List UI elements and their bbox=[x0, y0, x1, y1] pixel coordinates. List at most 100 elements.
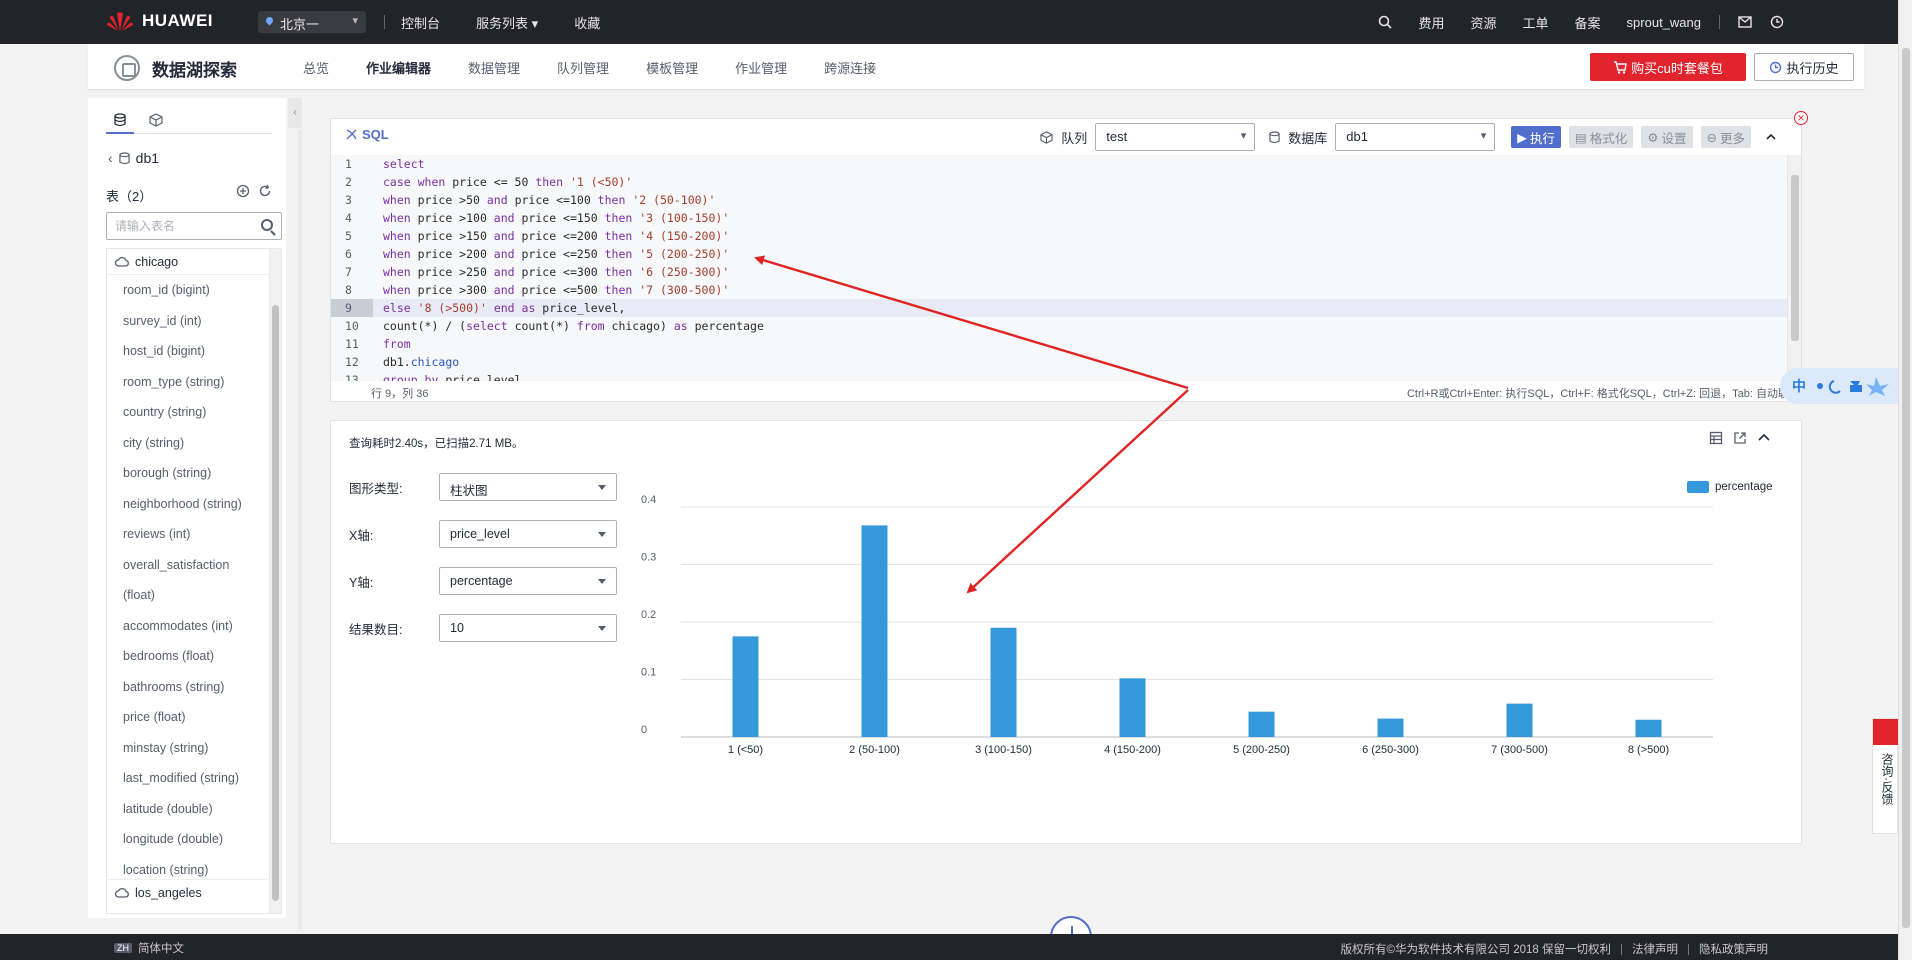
sidebar-tabs bbox=[106, 108, 272, 134]
search-icon[interactable] bbox=[1378, 15, 1393, 29]
footer-links: 版权所有©华为软件技术有限公司 2018 保留一切权利 法律声明 隐私政策声明 bbox=[1341, 941, 1768, 957]
x-tick-label: 7 (300-500) bbox=[1491, 744, 1548, 756]
bar bbox=[1635, 719, 1662, 737]
huawei-logo-icon bbox=[107, 12, 133, 31]
column-item[interactable]: city (string) bbox=[107, 428, 281, 459]
tab-overview[interactable]: 总览 bbox=[303, 58, 329, 77]
current-database[interactable]: ‹ db1 bbox=[108, 150, 159, 166]
privacy-link[interactable]: 隐私政策声明 bbox=[1699, 941, 1768, 957]
region-selector[interactable]: 北京一 bbox=[258, 11, 366, 33]
tab-queues[interactable] bbox=[142, 108, 170, 134]
collapse-sidebar-button[interactable]: ‹ bbox=[288, 98, 302, 128]
tab-queue-management[interactable]: 队列管理 bbox=[557, 58, 609, 77]
table-name: chicago bbox=[135, 254, 179, 269]
column-item[interactable]: accommodates (int) bbox=[107, 611, 281, 642]
huawei-logo[interactable]: HUAWEI bbox=[106, 10, 213, 32]
table-item-los-angeles[interactable]: los_angeles bbox=[107, 879, 267, 905]
database-select[interactable]: db1 bbox=[1335, 123, 1496, 151]
scrollbar-thumb[interactable] bbox=[1791, 175, 1799, 341]
column-item[interactable]: survey_id (int) bbox=[107, 306, 281, 337]
settings-button[interactable]: ⚙ 设置 bbox=[1641, 126, 1693, 148]
chevron-left-icon[interactable]: ‹ bbox=[108, 150, 113, 166]
sql-tab[interactable]: SQL bbox=[345, 127, 389, 142]
tab-databases[interactable] bbox=[106, 108, 134, 134]
more-label: 更多 bbox=[1719, 131, 1745, 146]
column-item[interactable]: reviews (int) bbox=[107, 519, 281, 550]
column-item[interactable]: bedrooms (float) bbox=[107, 641, 281, 672]
column-item[interactable]: bathrooms (string) bbox=[107, 672, 281, 703]
column-item[interactable]: overall_satisfaction bbox=[107, 550, 281, 581]
cloud-table-icon bbox=[115, 887, 129, 898]
editor-scrollbar[interactable] bbox=[1787, 155, 1801, 381]
nav-resources[interactable]: 资源 bbox=[1471, 13, 1497, 32]
page-scrollbar[interactable] bbox=[1898, 0, 1912, 960]
refresh-icon[interactable] bbox=[258, 184, 272, 198]
sidebar-splitter[interactable] bbox=[298, 130, 302, 930]
service-tabs: 总览 作业编辑器 数据管理 队列管理 模板管理 作业管理 跨源连接 bbox=[303, 44, 913, 90]
tree-scrollbar[interactable] bbox=[269, 249, 281, 913]
column-item[interactable]: (float) bbox=[107, 580, 281, 611]
column-item[interactable]: neighborhood (string) bbox=[107, 489, 281, 520]
table-view-icon[interactable] bbox=[1709, 431, 1723, 445]
column-item[interactable]: last_modified (string) bbox=[107, 763, 281, 794]
service-brand[interactable]: 数据湖探索 bbox=[114, 55, 237, 81]
language-switcher[interactable]: ZH 简体中文 bbox=[114, 940, 184, 956]
chevron-up-icon[interactable] bbox=[1765, 131, 1777, 143]
nav-service-list[interactable]: 服务列表 ▾ bbox=[476, 13, 538, 32]
run-button[interactable]: ▶ 执行 bbox=[1511, 126, 1561, 148]
buy-cu-package-button[interactable]: 购买cu时套餐包 bbox=[1590, 53, 1746, 81]
format-label: 格式化 bbox=[1589, 131, 1628, 146]
format-button[interactable]: ▤ 格式化 bbox=[1568, 126, 1634, 148]
y-axis-select[interactable]: percentage bbox=[439, 567, 617, 595]
chart-type-row: 图形类型: 柱状图 bbox=[349, 473, 617, 501]
scrollbar-thumb[interactable] bbox=[272, 305, 279, 901]
column-item[interactable]: room_type (string) bbox=[107, 367, 281, 398]
legal-link[interactable]: 法律声明 bbox=[1632, 941, 1678, 957]
nav-tickets[interactable]: 工单 bbox=[1523, 13, 1549, 32]
column-item[interactable]: price (float) bbox=[107, 702, 281, 733]
result-count-select[interactable]: 10 bbox=[439, 614, 617, 642]
nav-icp[interactable]: 备案 bbox=[1575, 13, 1601, 32]
column-item[interactable]: latitude (double) bbox=[107, 794, 281, 825]
nav-billing[interactable]: 费用 bbox=[1418, 13, 1444, 32]
tab-job-management[interactable]: 作业管理 bbox=[735, 58, 787, 77]
column-item[interactable]: country (string) bbox=[107, 397, 281, 428]
bar bbox=[1248, 711, 1275, 737]
column-item[interactable]: minstay (string) bbox=[107, 733, 281, 764]
code-line: 8 when price >300 and price <=500 then '7… bbox=[331, 281, 1789, 299]
tab-job-editor[interactable]: 作业编辑器 bbox=[366, 58, 431, 77]
export-icon[interactable] bbox=[1733, 431, 1747, 445]
footer-divider bbox=[1621, 943, 1622, 955]
search-icon[interactable] bbox=[261, 219, 273, 231]
chart-type-select[interactable]: 柱状图 bbox=[439, 473, 617, 501]
mail-icon[interactable] bbox=[1738, 16, 1752, 28]
nav-console[interactable]: 控制台 bbox=[401, 13, 440, 32]
tab-cross-source[interactable]: 跨源连接 bbox=[824, 58, 876, 77]
tab-template-management[interactable]: 模板管理 bbox=[646, 58, 698, 77]
more-button[interactable]: ⊖ 更多 bbox=[1700, 126, 1751, 148]
table-search-input[interactable] bbox=[107, 213, 247, 239]
close-icon[interactable]: ✕ bbox=[1794, 111, 1808, 125]
feedback-widget[interactable]: 咨询·反馈 bbox=[1872, 718, 1899, 834]
clock-icon[interactable] bbox=[1770, 15, 1784, 29]
nav-favorites[interactable]: 收藏 bbox=[574, 13, 600, 32]
column-item[interactable]: host_id (bigint) bbox=[107, 336, 281, 367]
column-item[interactable]: borough (string) bbox=[107, 458, 281, 489]
service-title: 数据湖探索 bbox=[152, 60, 237, 80]
queue-select[interactable]: test bbox=[1095, 123, 1256, 151]
scrollbar-thumb[interactable] bbox=[1902, 48, 1910, 928]
tab-data-management[interactable]: 数据管理 bbox=[468, 58, 520, 77]
input-method-widget[interactable]: 中 bbox=[1780, 368, 1912, 404]
add-circle-icon[interactable] bbox=[236, 184, 250, 198]
x-axis-select[interactable]: price_level bbox=[439, 520, 617, 548]
username[interactable]: sprout_wang bbox=[1627, 15, 1701, 30]
column-item[interactable]: room_id (bigint) bbox=[107, 275, 281, 306]
execution-history-button[interactable]: 执行历史 bbox=[1754, 53, 1854, 81]
top-nav: 控制台 服务列表 ▾ 收藏 bbox=[384, 0, 636, 44]
chevron-up-icon[interactable] bbox=[1757, 431, 1771, 445]
column-item[interactable]: longitude (double) bbox=[107, 824, 281, 855]
sql-code-editor[interactable]: 1 select 2 case when price <= 50 then '1 (… bbox=[331, 155, 1789, 381]
table-item-chicago[interactable]: chicago bbox=[107, 249, 281, 275]
database-icon bbox=[114, 113, 126, 127]
bar bbox=[1506, 703, 1533, 737]
